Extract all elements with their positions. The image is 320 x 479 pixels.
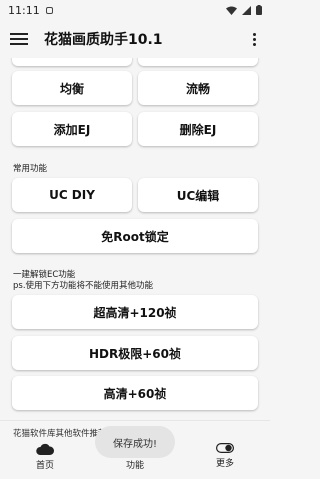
balance-button[interactable]: 均衡	[12, 71, 132, 105]
toggle-icon	[216, 443, 234, 453]
nav-functions-label: 功能	[125, 461, 144, 471]
battery-icon	[256, 5, 262, 15]
menu-icon[interactable]	[10, 30, 28, 48]
top-right-partial-button[interactable]	[138, 58, 258, 66]
app-title: 花猫画质助手10.1	[44, 32, 163, 48]
main-content[interactable]: 均衡 流畅 添加EJ 删除EJ 常用功能 UC DIY UC编辑 免Root锁定…	[0, 58, 270, 420]
hdr-60-button[interactable]: HDR极限+60祯	[12, 336, 258, 370]
signal-icon	[242, 5, 251, 15]
status-icons	[226, 5, 262, 15]
root-free-lock-button[interactable]: 免Root锁定	[12, 219, 258, 253]
common-functions-label: 常用功能	[13, 164, 48, 174]
uc-edit-button[interactable]: UC编辑	[138, 178, 258, 212]
more-options-icon[interactable]	[248, 30, 260, 48]
hd-60-button[interactable]: 高清+60祯	[12, 376, 258, 410]
ultra-hd-120-button[interactable]: 超高清+120祯	[12, 295, 258, 329]
wifi-icon	[226, 6, 237, 15]
nav-more[interactable]: 更多	[195, 443, 255, 469]
cloud-icon	[36, 443, 54, 455]
status-bar: 11:11	[0, 0, 270, 20]
nav-home[interactable]: 首页	[15, 443, 75, 471]
unlock-note-label: ps.使用下方功能将不能使用其他功能	[13, 281, 154, 291]
nav-home-label: 首页	[35, 461, 54, 471]
unlock-ec-label: 一建解锁EC功能	[13, 270, 76, 280]
app-bar: 花猫画质助手10.1	[0, 20, 270, 58]
uc-diy-button[interactable]: UC DIY	[12, 178, 132, 212]
add-ej-button[interactable]: 添加EJ	[12, 112, 132, 146]
toast-message: 保存成功!	[95, 426, 175, 458]
software-library-label: 花猫软件库其他软件推荐	[13, 429, 107, 439]
notification-icon	[45, 6, 53, 14]
smooth-button[interactable]: 流畅	[138, 71, 258, 105]
status-time: 11:11	[8, 3, 40, 17]
nav-more-label: 更多	[215, 459, 234, 469]
top-left-partial-button[interactable]	[12, 58, 132, 66]
delete-ej-button[interactable]: 删除EJ	[138, 112, 258, 146]
